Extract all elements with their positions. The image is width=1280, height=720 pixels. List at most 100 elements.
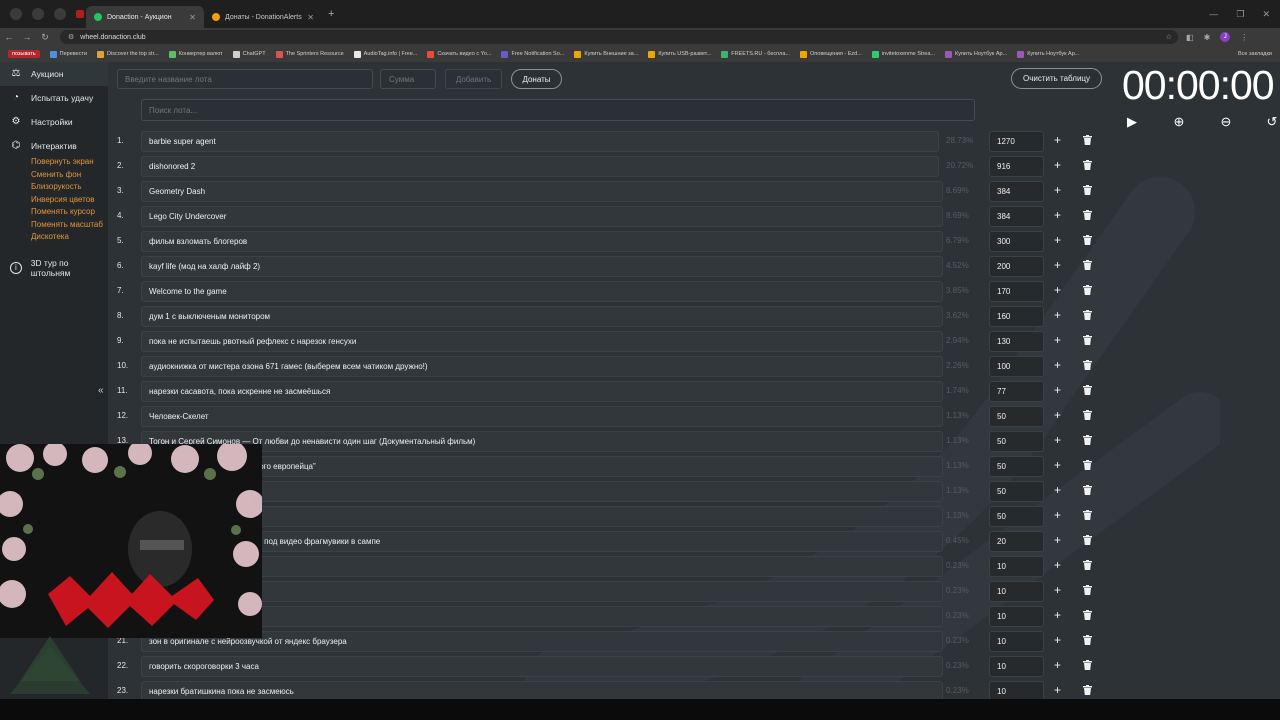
add-amount-icon[interactable]: + <box>1054 583 1061 597</box>
subtract-time-icon[interactable]: ⊖ <box>1218 114 1234 130</box>
browser-menu-icon[interactable]: ⋮ <box>1240 33 1248 42</box>
add-amount-icon[interactable]: + <box>1054 233 1061 247</box>
bookmark-star-icon[interactable]: ☆ <box>1166 33 1172 41</box>
bookmark-item[interactable]: Оповещения - Ezd... <box>800 50 862 58</box>
delete-lot-icon[interactable] <box>1083 460 1092 470</box>
add-amount-icon[interactable]: + <box>1054 633 1061 647</box>
add-amount-icon[interactable]: + <box>1054 458 1061 472</box>
add-amount-icon[interactable]: + <box>1054 433 1061 447</box>
add-amount-icon[interactable]: + <box>1054 333 1061 347</box>
delete-lot-icon[interactable] <box>1083 610 1092 620</box>
lot-amount-field[interactable]: 10 <box>989 556 1044 577</box>
bookmark-item[interactable]: Free Notification So... <box>501 50 564 58</box>
lot-amount-field[interactable]: 50 <box>989 406 1044 427</box>
lot-name-field[interactable]: Welcome to the game <box>141 281 943 302</box>
delete-lot-icon[interactable] <box>1083 685 1092 695</box>
all-bookmarks-button[interactable]: Все закладки <box>1238 51 1280 57</box>
url-text[interactable]: wheel.donaction.club <box>80 34 145 41</box>
youtube-pinned-icon[interactable] <box>76 10 84 18</box>
lot-name-field[interactable]: пока не испытаешь рвотный рефлекс с наре… <box>141 331 943 352</box>
close-tab-icon[interactable]: ✕ <box>189 13 196 22</box>
extensions-puzzle-icon[interactable]: ✱ <box>1204 33 1211 42</box>
lot-amount-field[interactable]: 160 <box>989 306 1044 327</box>
delete-lot-icon[interactable] <box>1083 585 1092 595</box>
bookmark-item[interactable]: Купить Ноутбук Ар... <box>1017 50 1079 58</box>
add-lot-button[interactable]: Добавить <box>445 69 502 89</box>
bookmark-item[interactable]: FREETS.RU - беспла... <box>721 50 790 58</box>
lot-amount-field[interactable]: 170 <box>989 281 1044 302</box>
delete-lot-icon[interactable] <box>1083 360 1092 370</box>
lot-name-field[interactable]: аудиокнижка от мистера озона 671 гамес (… <box>141 356 943 377</box>
bookmark-item[interactable]: invitetoxenme Strea... <box>871 50 935 58</box>
omnibox[interactable]: ⚙ wheel.donaction.club ☆ <box>60 30 1178 44</box>
add-amount-icon[interactable]: + <box>1054 658 1061 672</box>
lot-amount-field[interactable]: 50 <box>989 431 1044 452</box>
add-amount-icon[interactable]: + <box>1054 258 1061 272</box>
add-amount-icon[interactable]: + <box>1054 308 1061 322</box>
bookmark-item[interactable]: Купить USB-развет... <box>648 50 711 58</box>
lot-amount-field[interactable]: 100 <box>989 356 1044 377</box>
delete-lot-icon[interactable] <box>1083 560 1092 570</box>
delete-lot-icon[interactable] <box>1083 160 1092 170</box>
lot-amount-field[interactable]: 130 <box>989 331 1044 352</box>
delete-lot-icon[interactable] <box>1083 635 1092 645</box>
add-amount-icon[interactable]: + <box>1054 283 1061 297</box>
sidebar-item-auction[interactable]: ⚖ Аукцион <box>0 62 108 86</box>
delete-lot-icon[interactable] <box>1083 335 1092 345</box>
profile-avatar[interactable]: J <box>1220 32 1231 42</box>
new-tab-button[interactable]: + <box>328 8 334 20</box>
lot-amount-field[interactable]: 20 <box>989 531 1044 552</box>
delete-lot-icon[interactable] <box>1083 260 1092 270</box>
lot-name-field[interactable]: kayf life (мод на халф лайф 2) <box>141 256 943 277</box>
bookmark-item[interactable]: ChatGPT <box>232 50 266 58</box>
add-amount-icon[interactable]: + <box>1054 508 1061 522</box>
bookmark-item[interactable]: Конвертер валют <box>168 50 223 58</box>
add-amount-icon[interactable]: + <box>1054 483 1061 497</box>
lot-amount-field[interactable]: 1270 <box>989 131 1044 152</box>
forward-icon[interactable]: → <box>18 32 36 42</box>
pinned-tab-icon[interactable] <box>54 8 66 20</box>
add-amount-icon[interactable]: + <box>1054 208 1061 222</box>
reset-timer-icon[interactable]: ↺ <box>1264 114 1280 130</box>
bookmark-item[interactable]: AudioTag.info | Free... <box>353 50 417 58</box>
bookmark-item[interactable]: Купить Внешние за... <box>574 50 638 58</box>
tab-search-icon[interactable] <box>10 8 22 20</box>
play-icon[interactable]: ▶ <box>1124 114 1140 130</box>
add-amount-icon[interactable]: + <box>1054 183 1061 197</box>
lot-name-field[interactable]: Человек-Скелет <box>141 406 943 427</box>
pinned-tab-icon[interactable] <box>32 8 44 20</box>
lot-amount-field[interactable]: 916 <box>989 156 1044 177</box>
delete-lot-icon[interactable] <box>1083 185 1092 195</box>
delete-lot-icon[interactable] <box>1083 385 1092 395</box>
bookmark-item[interactable]: позывать <box>8 50 40 58</box>
bookmark-item[interactable]: The Sprinters Resource <box>275 50 344 58</box>
lot-name-field[interactable]: Lego City Undercover <box>141 206 943 227</box>
lot-amount-field[interactable]: 50 <box>989 481 1044 502</box>
lot-amount-field[interactable]: 300 <box>989 231 1044 252</box>
add-amount-icon[interactable]: + <box>1054 558 1061 572</box>
add-amount-icon[interactable]: + <box>1054 358 1061 372</box>
browser-tab[interactable]: Донаты - DonationAlerts ✕ <box>204 6 322 28</box>
delete-lot-icon[interactable] <box>1083 660 1092 670</box>
delete-lot-icon[interactable] <box>1083 510 1092 520</box>
add-time-icon[interactable]: ⊕ <box>1171 114 1187 130</box>
add-amount-icon[interactable]: + <box>1054 533 1061 547</box>
lot-name-field[interactable]: говорить скороговорки 3 часа <box>141 656 943 677</box>
lot-amount-field[interactable]: 10 <box>989 631 1044 652</box>
close-window-icon[interactable]: ✕ <box>1262 9 1270 20</box>
bookmark-item[interactable]: Купить Ноутбук Ар... <box>945 50 1007 58</box>
minimize-icon[interactable]: — <box>1209 9 1218 20</box>
add-amount-icon[interactable]: + <box>1054 383 1061 397</box>
delete-lot-icon[interactable] <box>1083 210 1092 220</box>
extension-icon[interactable]: ◧ <box>1186 33 1194 42</box>
sum-input[interactable] <box>380 69 436 89</box>
add-amount-icon[interactable]: + <box>1054 158 1061 172</box>
lot-name-field[interactable]: Geometry Dash <box>141 181 943 202</box>
delete-lot-icon[interactable] <box>1083 435 1092 445</box>
reload-icon[interactable]: ↻ <box>36 32 54 43</box>
lot-name-field[interactable]: нарезки сасавота, пока искренне не засме… <box>141 381 943 402</box>
delete-lot-icon[interactable] <box>1083 535 1092 545</box>
close-tab-icon[interactable]: ✕ <box>307 13 314 22</box>
lot-amount-field[interactable]: 77 <box>989 381 1044 402</box>
add-amount-icon[interactable]: + <box>1054 408 1061 422</box>
